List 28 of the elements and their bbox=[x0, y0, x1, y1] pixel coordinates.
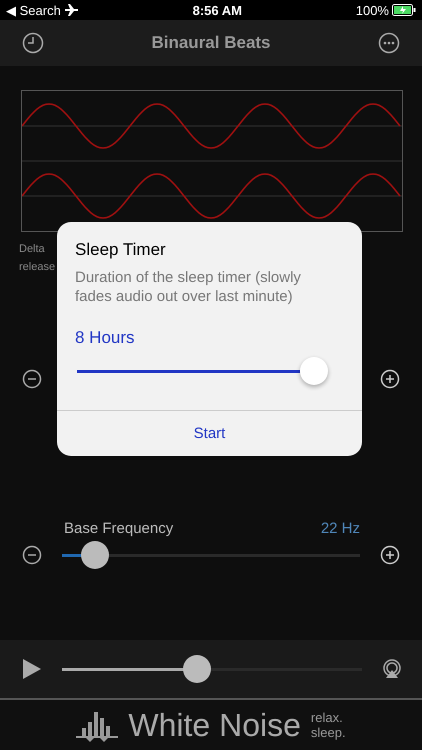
slider-reading: 22 Hz bbox=[320, 520, 360, 537]
plus-icon[interactable] bbox=[380, 369, 400, 389]
app-name: White Noise bbox=[128, 707, 301, 743]
airplay-icon[interactable] bbox=[382, 659, 402, 679]
back-link[interactable]: ◀ Search bbox=[6, 2, 61, 18]
duration-value: 8 Hours bbox=[75, 328, 136, 348]
battery-icon bbox=[392, 4, 416, 16]
dialog-title: Sleep Timer bbox=[75, 240, 167, 260]
tagline: sleep. bbox=[310, 725, 346, 740]
start-button[interactable]: Start bbox=[57, 410, 362, 456]
description-text: release bbox=[19, 260, 56, 275]
clock-time: 8:56 AM bbox=[192, 2, 242, 18]
slider-thumb[interactable] bbox=[80, 540, 109, 568]
dialog-message: Duration of the sleep timer (slowly fades audio out over last minute) bbox=[75, 268, 302, 306]
playback-thumb[interactable] bbox=[183, 654, 211, 682]
more-icon[interactable] bbox=[378, 32, 400, 54]
minus-icon[interactable] bbox=[22, 369, 42, 389]
clock-icon[interactable] bbox=[22, 32, 44, 54]
slider-thumb[interactable] bbox=[300, 357, 328, 385]
play-icon[interactable] bbox=[22, 658, 42, 680]
slider-label: Base Frequency bbox=[64, 520, 174, 537]
screen-title: Binaural Beats bbox=[151, 33, 271, 53]
battery-percent: 100% bbox=[356, 2, 389, 18]
plus-icon[interactable] bbox=[380, 545, 400, 565]
description-text: Delta bbox=[19, 242, 45, 257]
minus-icon[interactable] bbox=[22, 545, 42, 565]
tagline: relax. bbox=[310, 710, 344, 725]
airplane-icon bbox=[64, 4, 79, 16]
